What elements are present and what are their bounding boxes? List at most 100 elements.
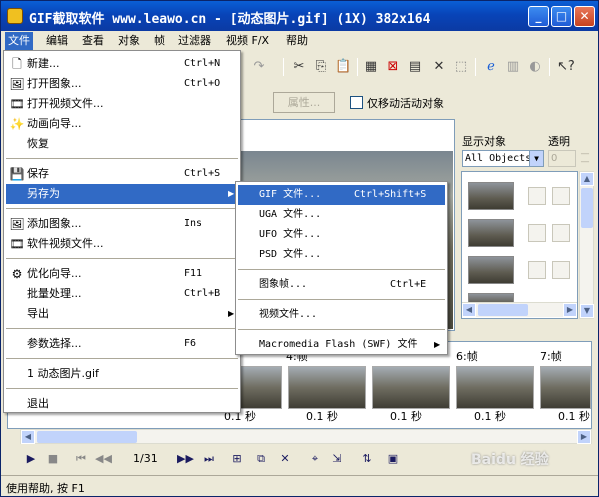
insert-frame-icon[interactable]: ▤ [407,59,423,75]
object-lock-checkbox[interactable] [552,187,570,205]
object-lock-checkbox[interactable] [552,224,570,242]
object-thumbnail[interactable] [468,182,514,210]
file-menu-item[interactable]: 参数选择... F6 [6,334,238,354]
object-list-hscroll[interactable]: ◀ ▶ [462,302,577,317]
close-button[interactable]: ✕ [574,6,595,27]
frame-thumbnail[interactable] [372,366,450,409]
display-objects-select[interactable]: All Objects ▼ [462,150,544,167]
saveas-menu-item[interactable]: UGA 文件... [238,205,445,225]
object-visible-checkbox[interactable] [528,261,546,279]
resize-icon[interactable]: ⇲ [329,451,345,467]
merge-icon[interactable]: ⬚ [453,59,469,75]
file-menu-item[interactable]: 💾 保存 Ctrl+S [6,164,238,184]
object-visible-checkbox[interactable] [528,187,546,205]
menu-frame[interactable]: 帧 [151,32,168,50]
browser-preview-icon[interactable]: ℯ [483,59,499,75]
next-frame-icon[interactable]: ▶▶ [177,451,194,467]
frame-duration[interactable]: 0.1 秒 [558,408,590,424]
menu-edit[interactable]: 编辑 [43,32,71,50]
object-list-vscroll[interactable]: ▲ ▼ [579,171,594,319]
frame-duration[interactable]: 0.1 秒 [390,408,422,424]
redo-icon[interactable]: ↷ [251,59,267,75]
menu-separator [238,299,445,300]
file-menu-item[interactable]: 🎞 软件视频文件... [6,234,238,254]
last-frame-icon[interactable]: ⏭ [201,451,217,467]
maximize-button[interactable]: □ [551,6,572,27]
scroll-up-icon[interactable]: ▲ [580,172,594,186]
properties-button[interactable]: 属性... [273,92,335,113]
scroll-thumb[interactable] [581,188,593,228]
scroll-thumb[interactable] [37,431,137,443]
object-lock-checkbox[interactable] [552,261,570,279]
saveas-menu-item[interactable]: 视频文件... [238,305,445,325]
file-menu-item[interactable]: 恢复 [6,134,238,154]
file-menu-item[interactable]: 🖼 打开图象... Ctrl+O [6,74,238,94]
menu-filter[interactable]: 过滤器 [175,32,214,50]
file-menu-item[interactable]: 退出 [6,394,238,414]
frame-duration[interactable]: 0.1 秒 [306,408,338,424]
frame-thumbnail[interactable] [456,366,534,409]
file-menu-item[interactable]: ⚙ 优化向导... F11 [6,264,238,284]
cut-icon[interactable]: ✂ [291,59,307,75]
scroll-left-icon[interactable]: ◀ [462,303,476,317]
file-menu-item[interactable]: ✨ 动画向导... [6,114,238,134]
saveas-menu-item[interactable]: GIF 文件... Ctrl+Shift+S [238,185,445,205]
menu-object[interactable]: 对象 [115,32,143,50]
scroll-thumb[interactable] [478,304,528,316]
copy-icon[interactable]: ⎘ [313,59,329,75]
delete-frame-button-icon[interactable]: ✕ [277,451,293,467]
display-objects-label: 显示对象 [462,135,506,148]
menu-help[interactable]: 帮助 [283,32,311,50]
play-icon[interactable]: ▶ [23,451,39,467]
delete-frame-icon[interactable]: ⊠ [385,59,401,75]
object-visible-checkbox[interactable] [528,224,546,242]
saveas-menu-item[interactable]: PSD 文件... [238,245,445,265]
frame-thumbnail[interactable] [540,366,591,409]
object-list[interactable]: ◀ ▶ [461,171,578,319]
export-frame-icon[interactable]: ▣ [385,451,401,467]
transparency-spinner-icon[interactable]: — — [578,150,592,167]
menu-view[interactable]: 查看 [79,32,107,50]
menu-file[interactable]: 文件 [5,32,33,50]
file-menu-item[interactable]: 🎞 打开视频文件... [6,94,238,114]
file-menu-item[interactable]: 🖼 添加图象... Ins [6,214,238,234]
frame-duration[interactable]: 0.1 秒 [474,408,506,424]
video-file-icon: 🎞 [9,237,25,251]
object-thumbnail[interactable] [468,219,514,247]
duplicate-frame-icon[interactable]: ⧉ [253,451,269,467]
scroll-right-icon[interactable]: ▶ [563,303,577,317]
transparency-input[interactable]: 0 [548,150,576,167]
flip-icon[interactable]: ⇅ [359,451,375,467]
chevron-down-icon[interactable]: ▼ [529,151,543,166]
file-menu-item[interactable]: 1 动态图片.gif [6,364,238,384]
saveas-menu-item[interactable]: 图象帧... Ctrl+E [238,275,445,295]
saveas-menu-item[interactable]: Macromedia Flash (SWF) 文件 ▶ [238,335,445,355]
scroll-left-icon[interactable]: ◀ [21,430,35,444]
file-menu-item[interactable]: 另存为 ▶ [6,184,238,204]
file-menu-item[interactable]: 🗋 新建... Ctrl+N [6,54,238,74]
move-active-only-checkbox[interactable] [350,96,363,109]
minimize-button[interactable]: _ [528,6,549,27]
file-menu-item[interactable]: 批量处理... Ctrl+B [6,284,238,304]
crop-icon[interactable]: ⌖ [307,451,323,467]
stop-icon[interactable]: ■ [45,451,61,467]
saveas-menu-item[interactable]: UFO 文件... [238,225,445,245]
frame-thumbnail[interactable] [288,366,366,409]
object-thumbnail[interactable] [468,256,514,284]
file-menu-item[interactable]: 导出 ▶ [6,304,238,324]
frame-icon[interactable]: ▦ [363,59,379,75]
frame-strip-hscroll[interactable]: ◀ ▶ [20,429,592,444]
add-frame-icon[interactable]: ⊞ [229,451,245,467]
menu-video-fx[interactable]: 视频 F/X [223,32,272,50]
saveas-menu-item-shortcut: Ctrl+E [390,279,427,290]
disabled-tool-icon[interactable]: ▥ [505,59,521,75]
disabled-tool-icon-2[interactable]: ◐ [527,59,543,75]
paste-icon[interactable]: 📋 [335,59,351,75]
title-bar[interactable]: GIF截取软件 www.leawo.cn - [动态图片.gif] (1X) 3… [1,1,598,31]
prev-frame-icon[interactable]: ◀◀ [95,451,112,467]
first-frame-icon[interactable]: ⏮ [73,451,89,467]
help-pointer-icon[interactable]: ↖? [557,59,575,75]
scroll-down-icon[interactable]: ▼ [580,304,594,318]
remove-icon[interactable]: ✕ [431,59,447,75]
scroll-right-icon[interactable]: ▶ [577,430,591,444]
